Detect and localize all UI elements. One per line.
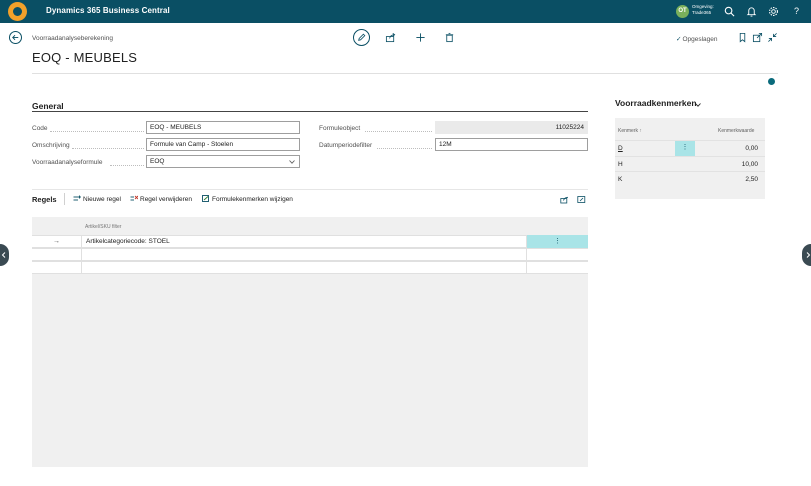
back-button[interactable] [9, 31, 22, 44]
cell-separator [81, 236, 82, 248]
add-icon[interactable] [415, 32, 426, 43]
chevron-left-icon [1, 252, 6, 258]
share-icon[interactable] [560, 195, 569, 204]
breadcrumb: Voorraadanalyseberekening [32, 35, 113, 42]
delete-line-button[interactable]: Regel verwijderen [130, 195, 192, 203]
omschrijving-field[interactable]: Formule van Camp - Stoelen [146, 138, 300, 151]
edit-pencil-button[interactable] [353, 29, 370, 46]
factbox-row-value: 2,50 [745, 176, 758, 183]
chevron-right-icon [806, 252, 811, 258]
formule-select[interactable]: EOQ [146, 155, 300, 168]
check-icon: ✓ [676, 36, 682, 43]
open-new-window-icon[interactable] [752, 32, 763, 43]
omschrijving-label: Omschrijving [32, 142, 70, 149]
header-divider [32, 73, 778, 74]
table-row[interactable]: → Artikelcategoriecode: STOEL ⋮ [32, 235, 588, 249]
share-icon[interactable] [385, 32, 396, 43]
lines-title[interactable]: Regels [32, 195, 57, 204]
cell-separator [81, 249, 82, 261]
factbox-row-key[interactable]: D [618, 145, 623, 152]
bookmark-icon[interactable] [737, 32, 748, 43]
factbox-row-value: 10,00 [741, 161, 758, 168]
factbox-row[interactable]: H 10,00 [615, 156, 765, 171]
formuleobject-leader [365, 131, 432, 132]
chevron-down-icon [288, 158, 296, 166]
collapse-icon[interactable] [767, 32, 778, 43]
delete-trash-icon[interactable] [444, 32, 455, 43]
environment-label[interactable]: Omgeving: Trade365 [692, 4, 714, 16]
code-field[interactable]: EOQ - MEUBELS [146, 121, 300, 134]
table-row[interactable] [32, 261, 588, 274]
row-menu-icon[interactable]: ⋮ [527, 235, 588, 249]
info-icon[interactable] [768, 78, 775, 85]
lines-separator [64, 193, 65, 205]
factbox-col-key[interactable]: Kenmerk ↑ [618, 128, 642, 134]
factbox-row[interactable]: D ⋮ 0,00 [615, 140, 765, 156]
omschrijving-leader [72, 148, 144, 149]
formule-label: Voorraadanalyseformule [32, 159, 103, 166]
current-row-arrow-icon: → [53, 238, 60, 245]
new-line-button[interactable]: Nieuwe regel [73, 195, 121, 203]
saved-status: ✓Opgeslagen [676, 35, 718, 43]
datumperiodefilter-field[interactable]: 12M [435, 138, 588, 151]
sort-ascending-icon: ↑ [639, 128, 642, 134]
lines-divider [32, 189, 588, 190]
edit-formula-properties-label: Formulekenmerken wijzigen [212, 196, 293, 203]
saved-label: Opgeslagen [682, 36, 718, 43]
settings-gear-icon[interactable] [768, 6, 779, 17]
factbox-col-key-label: Kenmerk [618, 128, 639, 134]
new-line-icon [73, 195, 81, 202]
table-row[interactable] [32, 248, 588, 261]
new-line-label: Nieuwe regel [83, 196, 121, 203]
factbox-row-value: 0,00 [745, 145, 758, 152]
factbox-col-value[interactable]: Kenmerkwaarde [718, 128, 754, 134]
environment-line2: Trade365 [692, 10, 712, 15]
general-section-title[interactable]: General [32, 101, 64, 111]
edit-formula-properties-button[interactable]: Formulekenmerken wijzigen [202, 195, 293, 203]
search-icon[interactable] [724, 6, 735, 17]
datumperiodefilter-leader [377, 148, 432, 149]
edit-properties-icon [202, 195, 210, 202]
delete-line-icon [130, 195, 138, 202]
factbox-row[interactable]: K 2,50 [615, 171, 765, 186]
formule-select-value: EOQ [150, 158, 165, 165]
expand-icon[interactable] [577, 195, 586, 204]
environment-badge[interactable]: OT [676, 5, 689, 18]
factbox-title[interactable]: Voorraadkenmerken [615, 98, 697, 108]
cell-separator [81, 262, 82, 274]
top-bar: Dynamics 365 Business Central OT Omgevin… [0, 0, 811, 23]
notification-bell-icon[interactable] [746, 6, 757, 17]
code-leader [50, 131, 144, 132]
help-icon[interactable]: ? [791, 6, 802, 17]
page-title: EOQ - MEUBELS [32, 50, 138, 65]
code-label: Code [32, 125, 48, 132]
previous-record-button[interactable] [0, 244, 9, 266]
app-logo[interactable] [8, 2, 27, 21]
row-menu-icon[interactable]: ⋮ [675, 141, 695, 156]
chevron-down-icon[interactable] [694, 101, 702, 109]
grid-column-header-filter[interactable]: Artikel/SKU filter [85, 224, 121, 230]
factbox-row-key[interactable]: H [618, 161, 623, 168]
cell-separator [526, 249, 527, 261]
datumperiodefilter-label: Datumperiodefilter [319, 142, 373, 149]
filter-cell[interactable]: Artikelcategoriecode: STOEL [86, 238, 170, 245]
formule-leader [110, 165, 144, 166]
cell-separator [526, 262, 527, 274]
general-section-divider [32, 111, 588, 112]
formuleobject-label: Formuleobject [319, 125, 361, 132]
next-record-button[interactable] [802, 244, 811, 266]
formuleobject-value: 11025224 [435, 121, 588, 134]
app-title[interactable]: Dynamics 365 Business Central [46, 6, 170, 15]
factbox-row-key[interactable]: K [618, 176, 622, 183]
delete-line-label: Regel verwijderen [140, 196, 193, 203]
